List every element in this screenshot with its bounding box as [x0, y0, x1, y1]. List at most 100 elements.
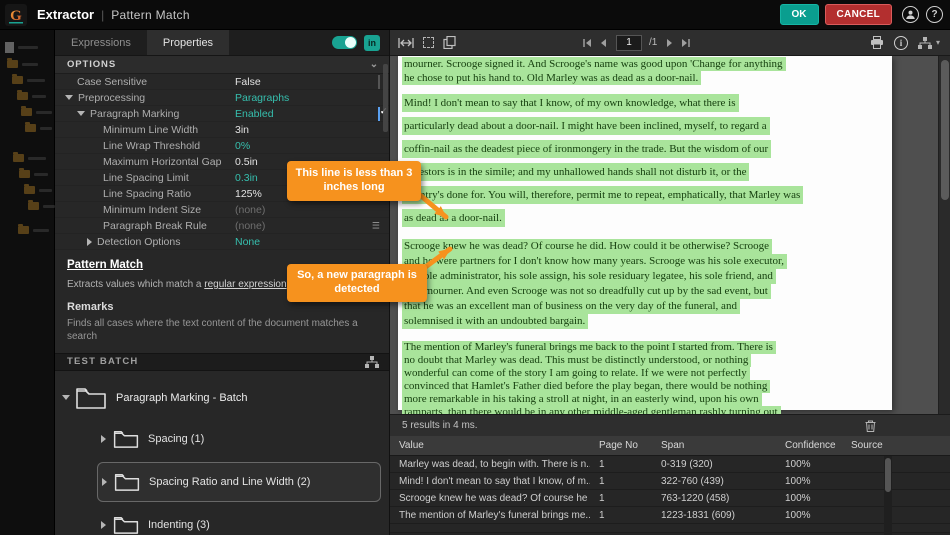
results-table-scrollbar[interactable]: [884, 456, 892, 535]
highlighted-paragraph[interactable]: mourner. Scrooge signed it. And Scrooge'…: [402, 57, 888, 85]
highlighted-paragraph[interactable]: The mention of Marley's funeral brings m…: [402, 341, 888, 414]
result-row[interactable]: The mention of Marley's funeral brings m…: [390, 507, 950, 524]
panel-tab-bar: Expressions Properties in: [55, 30, 389, 56]
first-page-icon[interactable]: [582, 38, 592, 48]
property-value[interactable]: Paragraphs: [235, 92, 289, 104]
diagnostics-toggle[interactable]: [332, 36, 357, 49]
print-icon[interactable]: [870, 36, 884, 49]
folder-icon: [7, 58, 18, 68]
property-value[interactable]: 0.3in: [235, 172, 258, 184]
cancel-button[interactable]: CANCEL: [824, 4, 892, 25]
clear-results-icon[interactable]: [865, 420, 876, 432]
property-value[interactable]: 0.5in: [235, 156, 258, 168]
tree-node[interactable]: [25, 122, 52, 132]
property-value[interactable]: None: [235, 236, 260, 248]
scrollbar-thumb[interactable]: [941, 60, 949, 200]
column-header-source[interactable]: Source: [842, 440, 950, 451]
property-value[interactable]: False: [235, 76, 261, 88]
result-span: 0-319 (320): [661, 458, 713, 470]
dropdown-arrow-icon[interactable]: ▾: [936, 38, 940, 47]
column-header-span[interactable]: Span: [652, 440, 776, 451]
tree-node[interactable]: [5, 42, 38, 53]
tree-node-spacing-ratio-selected[interactable]: Spacing Ratio and Line Width (2): [97, 461, 381, 502]
previous-page-icon[interactable]: [599, 38, 609, 48]
in-badge[interactable]: in: [364, 34, 380, 51]
result-row[interactable]: Marley was dead, to begin with. There is…: [390, 456, 950, 473]
property-label: Line Spacing Limit: [103, 171, 189, 184]
property-value[interactable]: 0%: [235, 140, 250, 152]
last-page-icon[interactable]: [681, 38, 691, 48]
marquee-select-icon[interactable]: [423, 37, 434, 48]
tree-node-label: [39, 188, 52, 192]
result-row[interactable]: Scrooge knew he was dead? Of course he .…: [390, 490, 950, 507]
tree-node[interactable]: [13, 152, 46, 162]
collapse-arrow-icon[interactable]: [65, 95, 73, 100]
pages-icon[interactable]: [443, 36, 456, 49]
user-account-icon[interactable]: [902, 6, 919, 23]
document-viewer: 1 /1 i ▾ mourner. Scrooge signed it. And…: [390, 30, 950, 535]
tab-expressions[interactable]: Expressions: [55, 30, 147, 55]
property-value[interactable]: 125%: [235, 188, 262, 200]
property-value[interactable]: Enabled: [235, 108, 274, 120]
options-section-header[interactable]: OPTIONS ⌄: [55, 56, 389, 74]
property-value[interactable]: (none): [235, 220, 265, 232]
property-row-minimum-indent-size[interactable]: Minimum Indent Size (none): [55, 202, 389, 218]
column-header-page-no[interactable]: Page No: [590, 440, 652, 451]
property-value[interactable]: (none): [235, 204, 265, 216]
expand-arrow-icon[interactable]: [101, 520, 106, 529]
property-row-paragraph-marking[interactable]: Paragraph Marking Enabled: [55, 106, 389, 122]
property-row-line-wrap-threshold[interactable]: Line Wrap Threshold 0%: [55, 138, 389, 154]
tree-node[interactable]: [12, 74, 45, 84]
folder-icon: [113, 430, 139, 448]
regular-expression-link[interactable]: regular expression: [204, 279, 286, 290]
menu-icon[interactable]: ☰: [372, 220, 380, 231]
property-row-preprocessing[interactable]: Preprocessing Paragraphs: [55, 90, 389, 106]
node-tree-sidebar[interactable]: [0, 30, 55, 535]
highlighted-paragraph[interactable]: Mind! I don't mean to say that I know, o…: [402, 92, 888, 230]
result-row-partial[interactable]: [390, 524, 950, 533]
expand-arrow-icon[interactable]: [102, 477, 107, 486]
tree-node[interactable]: [7, 58, 38, 68]
property-value[interactable]: 3in: [235, 124, 249, 136]
column-header-value[interactable]: Value: [390, 440, 590, 451]
tree-node[interactable]: [17, 90, 46, 100]
chevron-down-icon[interactable]: ⌄: [370, 59, 379, 70]
tree-node-spacing[interactable]: Spacing (1): [97, 416, 389, 462]
document-scrollbar[interactable]: [938, 56, 950, 414]
expand-arrow-icon[interactable]: [101, 434, 106, 443]
tree-node[interactable]: [28, 200, 55, 210]
document-viewport[interactable]: mourner. Scrooge signed it. And Scrooge'…: [390, 56, 938, 414]
results-view-icon[interactable]: [917, 36, 932, 49]
scrollbar-thumb[interactable]: [885, 458, 891, 492]
help-icon[interactable]: ?: [926, 6, 943, 23]
property-row-case-sensitive[interactable]: Case Sensitive False: [55, 74, 389, 90]
expand-arrow-icon[interactable]: [87, 237, 92, 246]
checkbox-unchecked[interactable]: [378, 74, 380, 89]
info-icon[interactable]: i: [893, 35, 908, 50]
ok-button[interactable]: OK: [779, 4, 819, 25]
tree-node-indenting[interactable]: Indenting (3): [97, 502, 389, 535]
document-icon: [5, 42, 14, 53]
tree-node-batch-root[interactable]: Paragraph Marking - Batch: [55, 380, 389, 416]
tree-node[interactable]: [19, 168, 48, 178]
highlighted-paragraph[interactable]: Scrooge knew he was dead? Of course he d…: [402, 239, 888, 329]
column-header-confidence[interactable]: Confidence: [776, 440, 842, 451]
tree-node[interactable]: [21, 106, 52, 116]
property-row-detection-options[interactable]: Detection Options None: [55, 234, 389, 250]
property-row-minimum-line-width[interactable]: Minimum Line Width 3in: [55, 122, 389, 138]
folder-icon: [25, 122, 36, 132]
collapse-arrow-icon[interactable]: [62, 395, 70, 400]
tree-node[interactable]: [18, 224, 49, 234]
batch-view-icon[interactable]: [365, 355, 379, 368]
collapse-arrow-icon[interactable]: [77, 111, 85, 116]
next-page-icon[interactable]: [664, 38, 674, 48]
page-number-input[interactable]: 1: [616, 34, 642, 51]
fit-width-icon[interactable]: [398, 37, 414, 49]
property-row-paragraph-break-rule[interactable]: Paragraph Break Rule (none) ☰: [55, 218, 389, 234]
tree-node[interactable]: [24, 184, 52, 194]
checkbox-checked[interactable]: [378, 106, 380, 121]
result-row[interactable]: Mind! I don't mean to say that I know, o…: [390, 473, 950, 490]
app-logo-icon[interactable]: G: [4, 3, 28, 27]
panel-scrollbar-thumb[interactable]: [383, 64, 388, 132]
tab-properties[interactable]: Properties: [146, 30, 230, 55]
